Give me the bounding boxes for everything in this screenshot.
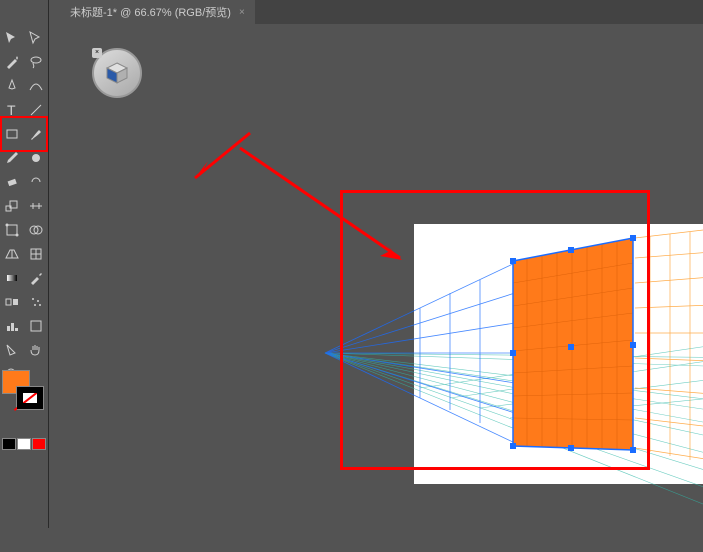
- eyedropper-tool[interactable]: [24, 266, 48, 290]
- paintbrush-tool[interactable]: [24, 122, 48, 146]
- close-icon[interactable]: ×: [92, 48, 102, 58]
- slice-tool[interactable]: [0, 338, 24, 362]
- perspective-widget[interactable]: ×: [92, 48, 142, 98]
- magic-wand-tool[interactable]: [0, 50, 24, 74]
- canvas-area[interactable]: ×: [60, 24, 703, 528]
- document-tab[interactable]: 未标题-1* @ 66.67% (RGB/预览) ×: [60, 0, 255, 24]
- hand-tool[interactable]: [24, 338, 48, 362]
- svg-text:T: T: [7, 102, 16, 118]
- tab-title: 未标题-1* @ 66.67% (RGB/预览): [70, 4, 231, 20]
- cube-icon: [103, 59, 131, 87]
- scale-tool[interactable]: [0, 194, 24, 218]
- symbol-sprayer-tool[interactable]: [24, 290, 48, 314]
- type-tool[interactable]: T: [0, 98, 24, 122]
- curvature-tool[interactable]: [24, 74, 48, 98]
- column-graph-tool[interactable]: [0, 314, 24, 338]
- shape-builder-tool[interactable]: [24, 218, 48, 242]
- annotation-arrow-1: [195, 133, 250, 178]
- stroke-color-swatch[interactable]: [16, 386, 44, 410]
- close-icon[interactable]: ×: [239, 7, 245, 18]
- mini-swatch-white[interactable]: [17, 438, 31, 450]
- tools-panel: T: [0, 0, 49, 528]
- selection-tool[interactable]: [0, 26, 24, 50]
- blend-tool[interactable]: [0, 290, 24, 314]
- perspective-scene: [120, 48, 703, 552]
- rectangle-tool[interactable]: [0, 122, 24, 146]
- annotation-arrow-2: [240, 148, 402, 260]
- free-transform-tool[interactable]: [0, 218, 24, 242]
- mini-swatch-row: [2, 438, 46, 450]
- eraser-tool[interactable]: [0, 170, 24, 194]
- artboard-tool[interactable]: [24, 314, 48, 338]
- color-swatches: [2, 370, 44, 410]
- line-segment-tool[interactable]: [24, 98, 48, 122]
- blob-brush-tool[interactable]: [24, 146, 48, 170]
- document-tab-bar: 未标题-1* @ 66.67% (RGB/预览) ×: [60, 0, 703, 24]
- width-tool[interactable]: [24, 194, 48, 218]
- pen-tool[interactable]: [0, 74, 24, 98]
- rotate-tool[interactable]: [24, 170, 48, 194]
- pencil-tool[interactable]: [0, 146, 24, 170]
- direct-selection-tool[interactable]: [24, 26, 48, 50]
- gradient-tool[interactable]: [0, 266, 24, 290]
- grid-right: [635, 223, 703, 472]
- lasso-tool[interactable]: [24, 50, 48, 74]
- mesh-tool[interactable]: [24, 242, 48, 266]
- grid-left: [325, 263, 515, 443]
- mini-swatch-black[interactable]: [2, 438, 16, 450]
- perspective-grid-tool[interactable]: [0, 242, 24, 266]
- tool-grid: T: [0, 0, 48, 386]
- mini-swatch-red[interactable]: [32, 438, 46, 450]
